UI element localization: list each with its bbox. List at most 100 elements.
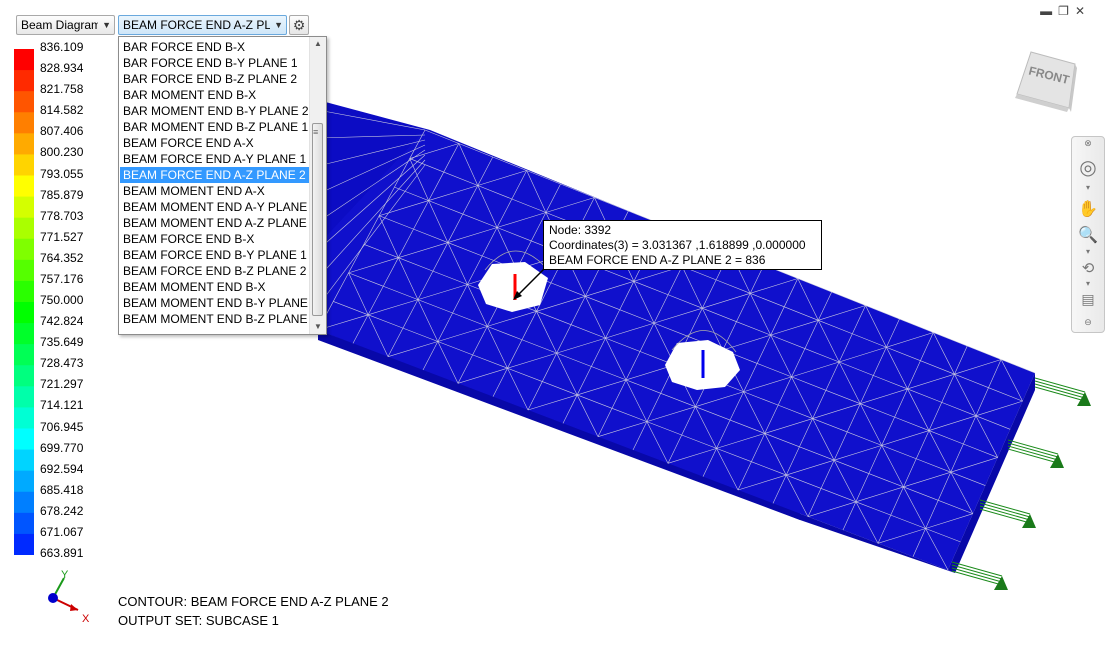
scrollbar-grip-icon: ≡ xyxy=(313,127,319,137)
dropdown-option[interactable]: BAR FORCE END B-Z PLANE 2 xyxy=(120,71,310,87)
legend-value: 828.934 xyxy=(40,61,84,76)
legend-value: 663.891 xyxy=(40,546,84,560)
legend-color-swatch xyxy=(14,407,34,429)
legend-value: 778.703 xyxy=(40,208,84,223)
legend-value: 800.230 xyxy=(40,145,84,160)
legend-value: 685.418 xyxy=(40,482,84,497)
dropdown-option[interactable]: BAR FORCE END B-Y PLANE 1 xyxy=(120,55,310,71)
legend-value: 814.582 xyxy=(40,103,84,118)
legend-color-swatch xyxy=(14,512,34,535)
legend-value: 750.000 xyxy=(40,293,84,307)
window-controls: ▬❐✕ xyxy=(1040,4,1091,18)
legend-value: 692.594 xyxy=(40,461,84,476)
dropdown-option[interactable]: BEAM FORCE END A-Y PLANE 1 xyxy=(120,151,310,167)
tooltip-node: Node: 3392 xyxy=(549,223,612,237)
legend-color-swatch xyxy=(14,175,34,198)
dropdown-option[interactable]: BEAM FORCE END A-Z PLANE 2 xyxy=(120,167,310,183)
dropdown-scrollbar[interactable]: ▲ ≡ ▼ xyxy=(309,37,326,334)
legend-value: 757.176 xyxy=(40,271,84,286)
legend-value: 771.527 xyxy=(40,229,84,244)
legend-color-swatch xyxy=(14,344,34,366)
legend-value: 793.055 xyxy=(40,166,84,181)
tooltip-value: BEAM FORCE END A-Z PLANE 2 = 836 xyxy=(549,253,766,267)
triad-y-label: Y xyxy=(61,569,69,581)
options-gear-button[interactable]: ⚙ xyxy=(289,15,309,35)
legend-value: 671.067 xyxy=(40,524,84,539)
dropdown-option[interactable]: BEAM FORCE END A-X xyxy=(120,135,310,151)
gear-icon: ⚙ xyxy=(292,17,306,33)
legend-color-swatch xyxy=(14,491,34,514)
view-type-label: Beam Diagram xyxy=(21,18,98,32)
legend-color-swatch xyxy=(14,196,34,219)
steering-wheel-icon[interactable]: ◎ xyxy=(1072,155,1104,180)
close-icon[interactable]: ⊗ xyxy=(1072,138,1104,149)
orbit-icon[interactable]: ⟲ xyxy=(1072,259,1104,277)
legend-color-swatch xyxy=(14,533,34,555)
legend-color-swatch xyxy=(14,49,34,71)
dropdown-option[interactable]: BAR MOMENT END B-Y PLANE 2 xyxy=(120,103,310,119)
dropdown-option[interactable]: BEAM MOMENT END A-X xyxy=(120,183,310,199)
close-icon[interactable]: ✕ xyxy=(1075,4,1091,18)
legend-value: 742.824 xyxy=(40,314,84,329)
legend-value: 678.242 xyxy=(40,503,84,518)
legend-value: 706.945 xyxy=(40,419,84,434)
dropdown-items: BAR FORCE END B-X BAR FORCE END B-Y PLANE… xyxy=(120,39,318,327)
view-type-dropdown[interactable]: Beam Diagram ▼ xyxy=(16,15,115,35)
dropdown-option[interactable]: BEAM MOMENT END B-X xyxy=(120,279,310,295)
legend-value: 735.649 xyxy=(40,335,84,350)
legend-color-swatch xyxy=(14,112,34,134)
legend-color-swatch xyxy=(14,238,34,261)
contour-type-dropdown[interactable]: BEAM FORCE END A-Z PLANE 2 ▼ xyxy=(118,15,287,35)
view-cube[interactable]: FRONT xyxy=(1013,50,1083,114)
scrollbar-thumb[interactable] xyxy=(312,123,323,316)
legend-color-swatch xyxy=(14,428,34,451)
settings-icon[interactable]: ⊖ xyxy=(1072,317,1104,328)
chevron-down-icon[interactable]: ▾ xyxy=(1072,279,1104,288)
dropdown-option[interactable]: BAR FORCE END B-X xyxy=(120,39,310,55)
chevron-down-icon: ▼ xyxy=(274,20,283,30)
dropdown-option[interactable]: BAR MOMENT END B-Z PLANE 1 xyxy=(120,119,310,135)
chevron-down-icon: ▼ xyxy=(102,20,111,30)
show-motion-icon[interactable]: ▤ xyxy=(1072,291,1104,308)
dropdown-option[interactable]: BEAM MOMENT END B-Z PLANE 1 xyxy=(120,311,317,327)
legend-value: 728.473 xyxy=(40,356,84,371)
legend-value: 785.879 xyxy=(40,187,84,202)
legend-color-swatch xyxy=(14,217,34,240)
legend-value: 836.109 xyxy=(40,40,84,54)
dropdown-option[interactable]: BEAM FORCE END B-X xyxy=(120,231,310,247)
dropdown-option[interactable]: BEAM MOMENT END A-Y PLANE 2 xyxy=(120,199,317,215)
contour-info-label: CONTOUR: BEAM FORCE END A-Z PLANE 2 xyxy=(118,594,389,609)
output-set-label: OUTPUT SET: SUBCASE 1 xyxy=(118,613,279,628)
legend-color-swatch xyxy=(14,259,34,282)
scroll-down-icon[interactable]: ▼ xyxy=(314,322,322,331)
triad-x-label: X xyxy=(82,613,90,625)
legend-value: 721.297 xyxy=(40,377,84,392)
legend-value: 699.770 xyxy=(40,440,84,455)
legend-colorbar xyxy=(14,49,34,555)
legend-color-swatch xyxy=(14,470,34,493)
dropdown-option[interactable]: BEAM MOMENT END B-Y PLANE 2 xyxy=(120,295,318,311)
dropdown-option[interactable]: BEAM MOMENT END A-Z PLANE 1 xyxy=(120,215,317,231)
legend-color-swatch xyxy=(14,154,34,176)
contour-dropdown-list[interactable]: BAR FORCE END B-X BAR FORCE END B-Y PLANE… xyxy=(118,36,327,335)
pan-hand-icon[interactable]: ✋ xyxy=(1072,199,1104,219)
navigation-bar: ⊗ ◎ ▾ ✋ 🔍 ▾ ⟲ ▾ ▤ ⊖ xyxy=(1071,136,1105,333)
dropdown-option[interactable]: BAR MOMENT END B-X xyxy=(120,87,310,103)
minimize-icon[interactable]: ▬ xyxy=(1040,4,1058,18)
legend-color-swatch xyxy=(14,280,34,303)
legend-value: 764.352 xyxy=(40,250,84,265)
scroll-up-icon[interactable]: ▲ xyxy=(314,39,322,48)
dropdown-option[interactable]: BEAM FORCE END B-Z PLANE 2 xyxy=(120,263,310,279)
restore-icon[interactable]: ❐ xyxy=(1058,4,1075,18)
chevron-down-icon[interactable]: ▾ xyxy=(1072,183,1104,192)
tooltip-coordinates: Coordinates(3) = 3.031367 ,1.618899 ,0.0… xyxy=(549,238,806,252)
legend-value: 807.406 xyxy=(40,124,84,139)
axis-triad: Y X xyxy=(48,569,90,625)
chevron-down-icon[interactable]: ▾ xyxy=(1072,247,1104,256)
legend-value: 714.121 xyxy=(40,398,84,413)
legend-color-swatch xyxy=(14,365,34,387)
legend-color-swatch xyxy=(14,386,34,408)
legend-color-swatch xyxy=(14,70,34,92)
dropdown-option[interactable]: BEAM FORCE END B-Y PLANE 1 xyxy=(120,247,310,263)
zoom-icon[interactable]: 🔍 xyxy=(1072,225,1104,245)
